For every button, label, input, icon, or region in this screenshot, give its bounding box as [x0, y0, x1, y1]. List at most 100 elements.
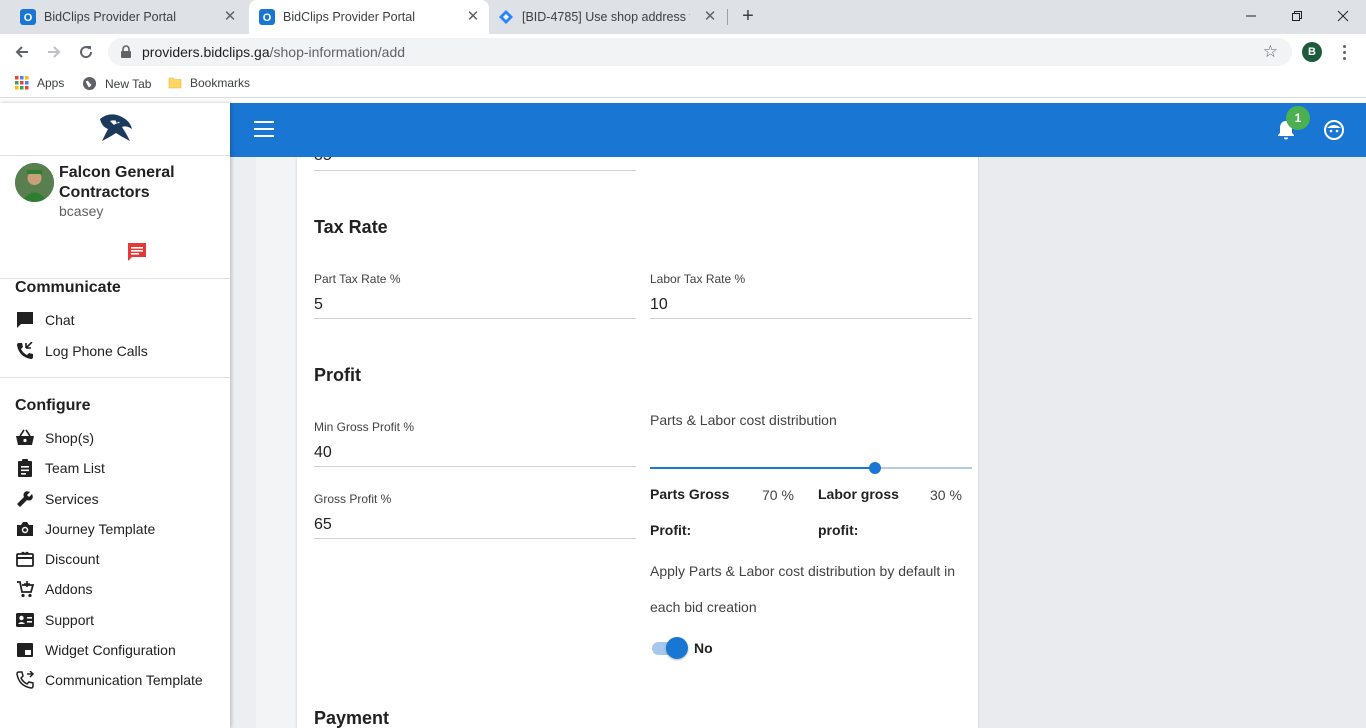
- browser-tab-1[interactable]: O BidClips Provider Portal ✕: [8, 0, 246, 34]
- sidebar-item-label: Services: [45, 491, 99, 507]
- sidebar: Falcon General Contractors bcasey Commun…: [0, 103, 230, 728]
- sidebar-item-label: Team List: [45, 460, 105, 476]
- part-tax-rate-label: Part Tax Rate %: [314, 272, 401, 286]
- app-header: 1: [230, 103, 1366, 157]
- close-window-button[interactable]: [1320, 3, 1366, 29]
- slider-thumb[interactable]: [869, 462, 882, 474]
- part-tax-rate-field[interactable]: Part Tax Rate % 5: [314, 272, 636, 319]
- tab-separator: [727, 9, 728, 25]
- sidebar-item-label: Chat: [45, 312, 75, 328]
- camera-icon: [15, 519, 35, 539]
- section-heading-payment: Payment: [314, 708, 390, 728]
- close-tab-icon[interactable]: ✕: [222, 9, 238, 25]
- arrow-left-icon: [15, 46, 28, 58]
- reload-button[interactable]: [74, 40, 98, 64]
- address-bar[interactable]: providers.bidclips.ga/shop-information/a…: [108, 38, 1292, 66]
- widget-window-icon: [15, 640, 35, 660]
- bidclips-favicon-icon: O: [20, 9, 36, 25]
- forward-button[interactable]: [42, 40, 66, 64]
- sidebar-item-label: Widget Configuration: [45, 642, 176, 658]
- svg-text:O: O: [263, 12, 272, 24]
- labor-gross-profit-value: 30 %: [930, 487, 962, 503]
- jira-favicon-icon: [498, 9, 514, 25]
- back-button[interactable]: [10, 40, 34, 64]
- section-heading-profit: Profit: [314, 365, 361, 385]
- sidebar-item-log-phone-calls[interactable]: Log Phone Calls: [15, 340, 148, 362]
- bidclips-favicon-icon: O: [259, 9, 275, 25]
- bookmark-label: Apps: [37, 76, 65, 90]
- logo-area: [0, 103, 230, 156]
- parts-gross-profit-value: 70 %: [762, 487, 794, 503]
- apply-distribution-text: Apply Parts & Labor cost distribution by…: [650, 563, 956, 615]
- falcon-logo-icon[interactable]: [96, 111, 134, 150]
- close-tab-icon[interactable]: ✕: [702, 9, 718, 25]
- svg-text:O: O: [24, 12, 33, 24]
- browser-menu-icon[interactable]: [1334, 42, 1354, 62]
- sidebar-heading-communicate: Communicate: [15, 279, 121, 296]
- bookmark-folder[interactable]: Bookmarks: [168, 76, 250, 90]
- sidebar-item-team-list[interactable]: Team List: [15, 457, 105, 479]
- bookmarks-bar: Apps New Tab Bookmarks: [0, 70, 1366, 98]
- tab-title: BidClips Provider Portal: [44, 10, 176, 24]
- apply-distribution-toggle[interactable]: [650, 637, 688, 659]
- menu-toggle-icon[interactable]: [254, 121, 274, 137]
- sidebar-item-services[interactable]: Services: [15, 488, 99, 510]
- browser-tab-3[interactable]: [BID-4785] Use shop address to d ✕: [490, 0, 726, 34]
- gross-profit-field[interactable]: Gross Profit % 65: [314, 492, 636, 539]
- company-name: Falcon General Contractors: [59, 164, 175, 201]
- sidebar-item-label: Log Phone Calls: [45, 343, 148, 359]
- bookmark-apps[interactable]: Apps: [15, 76, 64, 90]
- sidebar-heading-configure: Configure: [15, 397, 91, 414]
- browser-tab-2[interactable]: O BidClips Provider Portal ✕: [249, 0, 489, 34]
- phone-forwarded-icon: [15, 670, 35, 690]
- sidebar-item-chat[interactable]: Chat: [15, 309, 75, 331]
- arrow-right-icon: [48, 46, 61, 58]
- labor-tax-rate-value: 10: [650, 296, 668, 313]
- bookmark-new-tab[interactable]: New Tab: [82, 76, 151, 91]
- min-gross-profit-label: Min Gross Profit %: [314, 420, 415, 434]
- previous-field-value: 85: [314, 157, 332, 165]
- labor-tax-rate-field[interactable]: Labor Tax Rate % 10: [650, 272, 972, 319]
- sidebar-item-journey-template[interactable]: Journey Template: [15, 518, 155, 540]
- account-face-icon[interactable]: [1323, 119, 1345, 146]
- previous-field[interactable]: 85: [314, 157, 636, 171]
- close-tab-icon[interactable]: ✕: [465, 9, 481, 25]
- sidebar-item-discount[interactable]: Discount: [15, 548, 99, 570]
- section-heading-tax-rate: Tax Rate: [314, 217, 388, 237]
- labor-gross-profit-label: Labor gross profit:: [818, 486, 899, 538]
- folder-icon: [168, 77, 182, 89]
- chat-icon: [15, 310, 35, 330]
- url-host: providers.bidclips.ga: [142, 44, 270, 60]
- cost-distribution-slider[interactable]: [650, 461, 972, 475]
- gross-profit-label: Gross Profit %: [314, 492, 392, 506]
- min-gross-profit-value: 40: [314, 444, 332, 461]
- message-icon[interactable]: [126, 241, 148, 268]
- sidebar-item-communication-template[interactable]: Communication Template: [15, 669, 203, 691]
- minimize-window-button[interactable]: [1228, 3, 1274, 29]
- bookmark-star-icon[interactable]: ☆: [1263, 42, 1278, 62]
- restore-window-button[interactable]: [1274, 3, 1320, 29]
- sidebar-item-shops[interactable]: Shop(s): [15, 427, 94, 449]
- sidebar-item-support[interactable]: Support: [15, 609, 94, 631]
- sidebar-item-addons[interactable]: Addons: [15, 578, 92, 600]
- clipboard-list-icon: [15, 458, 35, 478]
- content-column: 85 Tax Rate Part Tax Rate % 5 Labor Tax …: [256, 157, 989, 728]
- tab-title: BidClips Provider Portal: [283, 10, 415, 24]
- sidebar-item-label: Addons: [45, 581, 93, 597]
- contact-card-icon: [15, 610, 35, 630]
- username: bcasey: [59, 203, 104, 219]
- main-content: 85 Tax Rate Part Tax Rate % 5 Labor Tax …: [230, 157, 1366, 728]
- phone-log-icon: [15, 341, 35, 361]
- notification-count-badge: 1: [1286, 106, 1310, 130]
- gross-profit-value: 65: [314, 516, 332, 533]
- part-tax-rate-value: 5: [314, 296, 323, 313]
- shopping-basket-icon: [15, 428, 35, 448]
- browser-profile-avatar[interactable]: B: [1302, 42, 1322, 62]
- apps-grid-icon: [15, 76, 29, 90]
- wrench-icon: [15, 489, 35, 509]
- sidebar-item-label: Communication Template: [45, 672, 203, 688]
- browser-toolbar: providers.bidclips.ga/shop-information/a…: [0, 34, 1366, 70]
- new-tab-button[interactable]: +: [737, 6, 759, 28]
- sidebar-item-widget-configuration[interactable]: Widget Configuration: [15, 639, 176, 661]
- min-gross-profit-field[interactable]: Min Gross Profit % 40: [314, 420, 636, 467]
